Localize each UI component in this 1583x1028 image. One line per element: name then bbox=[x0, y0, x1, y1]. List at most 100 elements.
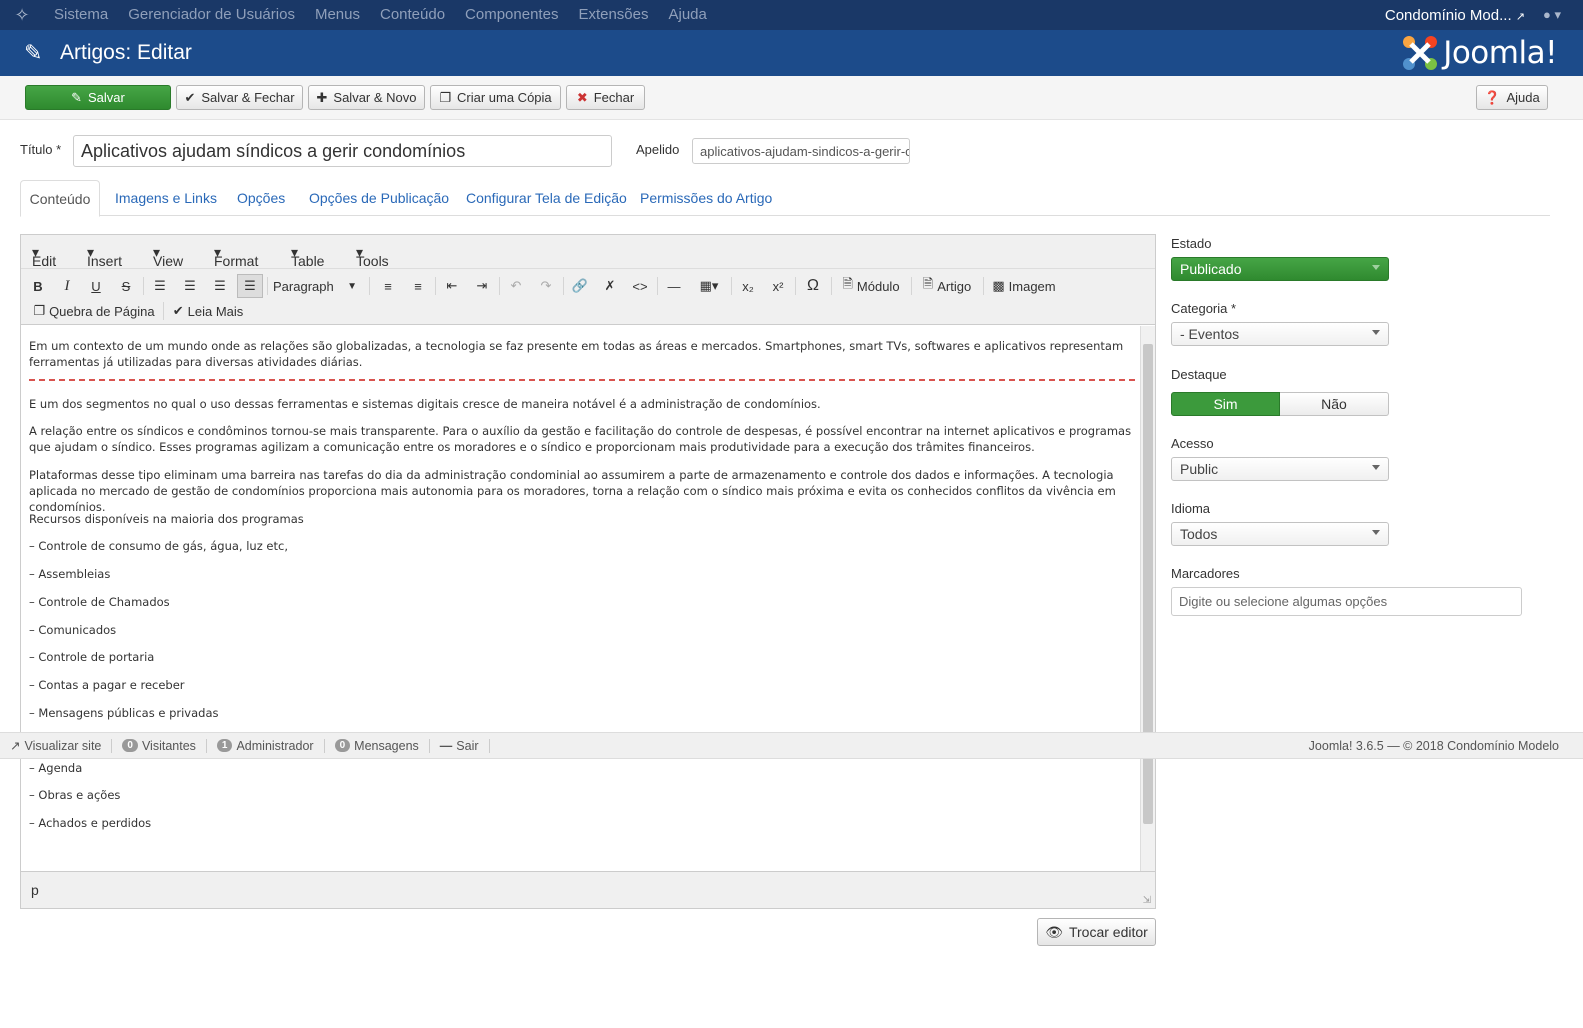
alias-input[interactable]: aplicativos-ajudam-sindicos-a-gerir-c bbox=[692, 138, 910, 164]
table-icon[interactable]: ▦▾ bbox=[693, 275, 725, 297]
omega-icon[interactable]: Ω bbox=[801, 275, 825, 297]
admin-menu: Sistema Gerenciador de Usuários Menus Co… bbox=[44, 0, 717, 30]
tab-opcoes-publicacao[interactable]: Opções de Publicação bbox=[309, 180, 449, 216]
link-icon[interactable]: 🔗 bbox=[569, 275, 591, 297]
element-path[interactable]: p bbox=[31, 882, 39, 898]
indent-icon[interactable]: ⇥ bbox=[471, 275, 493, 297]
menu-conteudo[interactable]: Conteúdo bbox=[370, 0, 455, 30]
switch-editor-button[interactable]: 👁 Trocar editor bbox=[1037, 918, 1156, 946]
editor-menu-tools[interactable]: Tools ▾ bbox=[356, 244, 389, 269]
align-left-icon[interactable]: ☰ bbox=[149, 275, 171, 297]
editor-scrollbar[interactable] bbox=[1140, 326, 1155, 871]
file-plus-icon: 🗎 bbox=[842, 276, 853, 291]
editor-menu-edit[interactable]: Edit ▾ bbox=[32, 244, 56, 269]
editor-content[interactable]: Em um contexto de um mundo onde as relaç… bbox=[21, 326, 1141, 871]
editor-menu-insert[interactable]: Insert ▾ bbox=[87, 244, 122, 269]
undo-icon[interactable]: ↶ bbox=[505, 275, 527, 297]
page-title: Artigos: Editar bbox=[60, 41, 192, 64]
subscript-icon[interactable]: x₂ bbox=[737, 275, 759, 297]
marcadores-label: Marcadores bbox=[1171, 566, 1240, 581]
cancel-icon: ✖ bbox=[576, 89, 588, 105]
idioma-select[interactable]: Todos bbox=[1171, 522, 1389, 546]
numbered-list-icon[interactable]: ≡ bbox=[407, 275, 429, 297]
toolbar-separator bbox=[369, 277, 370, 295]
article-button[interactable]: 🗎 Artigo bbox=[917, 275, 977, 297]
admin-link[interactable]: 1 Administrador bbox=[207, 738, 325, 753]
tab-configurar-tela[interactable]: Configurar Tela de Edição bbox=[466, 180, 627, 216]
redo-icon[interactable]: ↷ bbox=[535, 275, 557, 297]
bold-icon[interactable]: B bbox=[27, 275, 49, 297]
visitors-link[interactable]: 0 Visitantes bbox=[112, 738, 207, 753]
article-tabs: Conteúdo Imagens e Links Opções Opções d… bbox=[20, 180, 1550, 217]
bullet-list-icon[interactable]: ≡ bbox=[377, 275, 399, 297]
caret-icon bbox=[1372, 330, 1380, 335]
tab-conteudo[interactable]: Conteúdo bbox=[20, 180, 100, 217]
editor-menu-table[interactable]: Table ▾ bbox=[291, 244, 324, 269]
menu-menus[interactable]: Menus bbox=[305, 0, 370, 30]
close-button[interactable]: ✖ Fechar bbox=[566, 85, 645, 110]
messages-badge: 0 bbox=[334, 739, 351, 752]
menu-usuarios[interactable]: Gerenciador de Usuários bbox=[118, 0, 305, 30]
format-select[interactable]: Paragraph ▼ bbox=[273, 275, 363, 297]
superscript-icon[interactable]: x² bbox=[767, 275, 789, 297]
menu-sistema[interactable]: Sistema bbox=[44, 0, 118, 30]
align-justify-icon[interactable]: ☰ bbox=[237, 274, 263, 298]
save-button[interactable]: ✎ Salvar bbox=[25, 85, 171, 110]
module-button[interactable]: 🗎 Módulo bbox=[837, 275, 905, 297]
estado-select[interactable]: Publicado bbox=[1171, 257, 1389, 281]
toolbar-separator bbox=[657, 277, 658, 295]
tab-imagens-links[interactable]: Imagens e Links bbox=[115, 180, 217, 216]
joomla-logo-icon bbox=[1403, 36, 1438, 70]
save-close-button[interactable]: ✔ Salvar & Fechar bbox=[176, 85, 303, 110]
save-copy-button[interactable]: ❐ Criar uma Cópia bbox=[430, 85, 561, 110]
pagebreak-button[interactable]: ❐ Quebra de Página bbox=[31, 300, 157, 322]
list-item: – Controle de portaria bbox=[29, 650, 155, 664]
tab-permissoes[interactable]: Permissões do Artigo bbox=[640, 180, 772, 216]
menu-extensoes[interactable]: Extensões bbox=[568, 0, 658, 30]
editor-menubar: Edit ▾ Insert ▾ View ▾ Format ▾ Table ▾ … bbox=[21, 235, 1155, 269]
resize-handle-icon[interactable]: ⇲ bbox=[1143, 895, 1151, 906]
readmore-button[interactable]: ✔ Leia Mais bbox=[169, 300, 247, 322]
underline-icon[interactable]: U bbox=[85, 275, 107, 297]
menu-componentes[interactable]: Componentes bbox=[455, 0, 568, 30]
picture-icon: ▩ bbox=[992, 278, 1005, 293]
joomla-menu-icon[interactable]: ✧ bbox=[0, 0, 44, 30]
strikethrough-icon[interactable]: S bbox=[115, 275, 137, 297]
editor-menu-view[interactable]: View ▾ bbox=[153, 244, 183, 269]
code-icon[interactable]: <> bbox=[629, 275, 651, 297]
unlink-icon[interactable]: ✗ bbox=[599, 275, 621, 297]
visitors-badge: 0 bbox=[122, 739, 138, 752]
image-button[interactable]: ▩ Imagem bbox=[989, 275, 1059, 297]
destaque-label: Destaque bbox=[1171, 367, 1227, 382]
editor-menu-format[interactable]: Format ▾ bbox=[214, 244, 258, 269]
horizontal-rule-icon[interactable]: — bbox=[663, 275, 685, 297]
toolbar-separator bbox=[831, 277, 832, 295]
messages-link[interactable]: 0 Mensagens bbox=[325, 738, 430, 753]
categoria-select[interactable]: - Eventos bbox=[1171, 322, 1389, 346]
logout-link[interactable]: — Sair bbox=[430, 738, 490, 753]
joomla-logo-text: Joomla! bbox=[1443, 35, 1557, 71]
estado-label: Estado bbox=[1171, 236, 1212, 251]
menu-ajuda[interactable]: Ajuda bbox=[659, 0, 717, 30]
outdent-icon[interactable]: ⇤ bbox=[441, 275, 463, 297]
destaque-yes-button[interactable]: Sim bbox=[1171, 392, 1280, 416]
tab-opcoes[interactable]: Opções bbox=[237, 180, 285, 216]
help-button[interactable]: ❓ Ajuda bbox=[1476, 85, 1548, 110]
acesso-select[interactable]: Public bbox=[1171, 457, 1389, 481]
caret-icon bbox=[1372, 530, 1380, 535]
marcadores-input[interactable]: Digite ou selecione algumas opções bbox=[1171, 587, 1522, 616]
destaque-no-button[interactable]: Não bbox=[1280, 392, 1389, 416]
align-right-icon[interactable]: ☰ bbox=[209, 275, 231, 297]
site-name-link[interactable]: Condomínio Mod... ↗ bbox=[1385, 7, 1543, 24]
align-center-icon[interactable]: ☰ bbox=[179, 275, 201, 297]
view-site-link[interactable]: ↗ Visualizar site bbox=[0, 738, 113, 753]
title-input[interactable]: Aplicativos ajudam síndicos a gerir cond… bbox=[73, 135, 612, 167]
acesso-label: Acesso bbox=[1171, 436, 1214, 451]
save-new-button[interactable]: ✚ Salvar & Novo bbox=[308, 85, 425, 110]
chevron-down-icon: ✔ bbox=[172, 303, 184, 318]
copyright-text: Joomla! 3.6.5 — © 2018 Condomínio Modelo bbox=[1308, 739, 1559, 753]
user-menu-icon[interactable]: ● ▾ bbox=[1543, 7, 1583, 23]
italic-icon[interactable]: I bbox=[56, 275, 78, 297]
caret-icon: ▼ bbox=[347, 280, 357, 292]
toolbar-separator bbox=[163, 302, 164, 320]
